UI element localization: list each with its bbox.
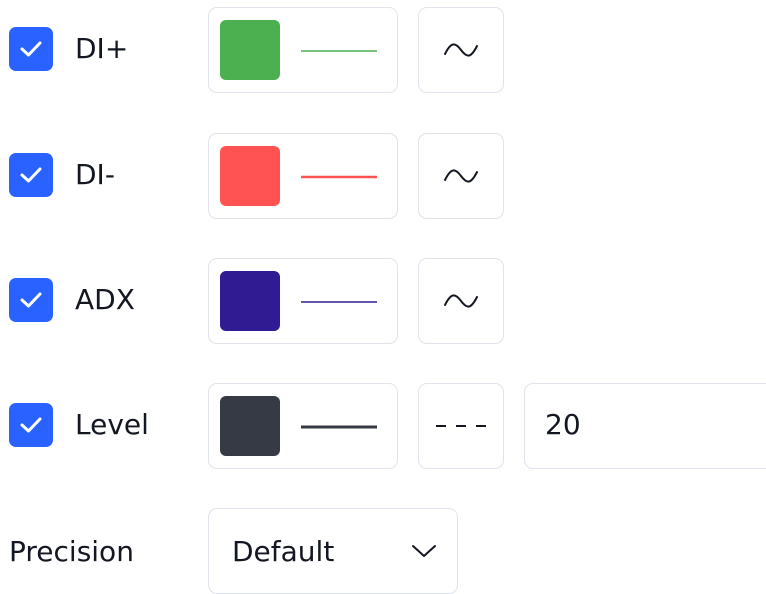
level-color-picker[interactable] <box>208 383 398 469</box>
level-checkbox[interactable] <box>9 403 53 447</box>
adx-line-preview <box>301 301 377 303</box>
chevron-down-icon <box>412 545 436 557</box>
di-plus-color-picker[interactable] <box>208 7 398 93</box>
plot-row-di-plus: DI+ <box>0 5 766 93</box>
plot-row-adx: ADX <box>0 256 766 344</box>
plot-row-di-minus: DI- <box>0 131 766 219</box>
checkmark-icon <box>20 292 42 308</box>
di-plus-label: DI+ <box>75 32 129 65</box>
di-plus-color-swatch <box>220 20 280 80</box>
checkmark-icon <box>20 417 42 433</box>
level-value-input[interactable]: 20 <box>524 383 766 469</box>
level-line-preview <box>301 425 377 429</box>
adx-checkbox[interactable] <box>9 278 53 322</box>
di-plus-style-button[interactable] <box>418 7 504 93</box>
adx-style-button[interactable] <box>418 258 504 344</box>
di-minus-label: DI- <box>75 158 115 191</box>
adx-color-picker[interactable] <box>208 258 398 344</box>
di-minus-color-picker[interactable] <box>208 133 398 219</box>
checkmark-icon <box>20 167 42 183</box>
dashed-line-icon <box>436 425 486 427</box>
level-value-text: 20 <box>545 408 581 441</box>
precision-row: Precision Default <box>0 507 766 594</box>
checkmark-icon <box>20 41 42 57</box>
wave-icon <box>444 294 478 308</box>
adx-color-swatch <box>220 271 280 331</box>
level-label: Level <box>75 408 149 441</box>
adx-label: ADX <box>75 283 135 316</box>
di-plus-line-preview <box>301 50 377 52</box>
di-minus-color-swatch <box>220 146 280 206</box>
level-style-button[interactable] <box>418 383 504 469</box>
plot-row-level: Level 20 <box>0 381 766 469</box>
wave-icon <box>444 43 478 57</box>
di-minus-style-button[interactable] <box>418 133 504 219</box>
di-minus-line-preview <box>301 175 377 179</box>
precision-label: Precision <box>9 535 134 568</box>
di-minus-checkbox[interactable] <box>9 153 53 197</box>
level-color-swatch <box>220 396 280 456</box>
di-plus-checkbox[interactable] <box>9 27 53 71</box>
wave-icon <box>444 169 478 183</box>
precision-select[interactable]: Default <box>208 508 458 594</box>
precision-selected-value: Default <box>232 535 335 568</box>
